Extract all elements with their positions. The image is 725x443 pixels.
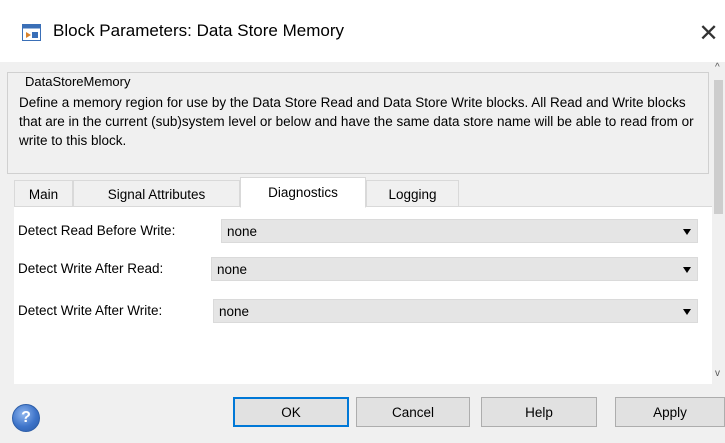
- scroll-thumb[interactable]: [714, 80, 723, 214]
- write-after-read-value: none: [217, 262, 248, 277]
- diagnostics-panel: Detect Read Before Write: none Detect Wr…: [14, 206, 712, 384]
- tab-logging[interactable]: Logging: [366, 180, 459, 207]
- write-after-write-value: none: [219, 304, 250, 319]
- write-after-write-select[interactable]: none: [213, 299, 698, 323]
- write-after-read-label: Detect Write After Read:: [18, 261, 164, 276]
- read-before-write-value: none: [227, 224, 258, 239]
- chevron-down-icon: [683, 267, 691, 273]
- read-before-write-select[interactable]: none: [221, 219, 698, 243]
- vertical-scrollbar[interactable]: ^ v: [712, 62, 725, 384]
- button-bar: ? OK Cancel Help Apply: [0, 384, 725, 443]
- window-title: Block Parameters: Data Store Memory: [53, 21, 344, 40]
- cancel-button[interactable]: Cancel: [356, 397, 470, 427]
- tab-main[interactable]: Main: [14, 180, 73, 207]
- tab-diagnostics[interactable]: Diagnostics: [240, 177, 366, 208]
- block-description-text: Define a memory region for use by the Da…: [19, 95, 694, 148]
- chevron-down-icon: [683, 229, 691, 235]
- help-icon[interactable]: ?: [12, 404, 40, 432]
- group-legend: DataStoreMemory: [22, 74, 134, 89]
- scroll-up-icon[interactable]: ^: [715, 62, 720, 73]
- scroll-down-icon[interactable]: v: [715, 368, 720, 379]
- ok-button[interactable]: OK: [233, 397, 349, 427]
- write-after-read-select[interactable]: none: [211, 257, 698, 281]
- write-after-write-label: Detect Write After Write:: [18, 303, 163, 318]
- chevron-down-icon: [683, 309, 691, 315]
- tab-signal-attributes[interactable]: Signal Attributes: [73, 180, 240, 207]
- close-icon[interactable]: ✕: [692, 16, 725, 50]
- help-button[interactable]: Help: [481, 397, 597, 427]
- tab-bar: Main Signal Attributes Diagnostics Loggi…: [14, 177, 712, 208]
- title-bar: Block Parameters: Data Store Memory ✕: [0, 0, 725, 62]
- dialog-content: DataStoreMemory Define a memory region f…: [0, 62, 712, 384]
- apply-button[interactable]: Apply: [615, 397, 725, 427]
- read-before-write-label: Detect Read Before Write:: [18, 223, 176, 238]
- simulink-block-icon: [22, 24, 41, 41]
